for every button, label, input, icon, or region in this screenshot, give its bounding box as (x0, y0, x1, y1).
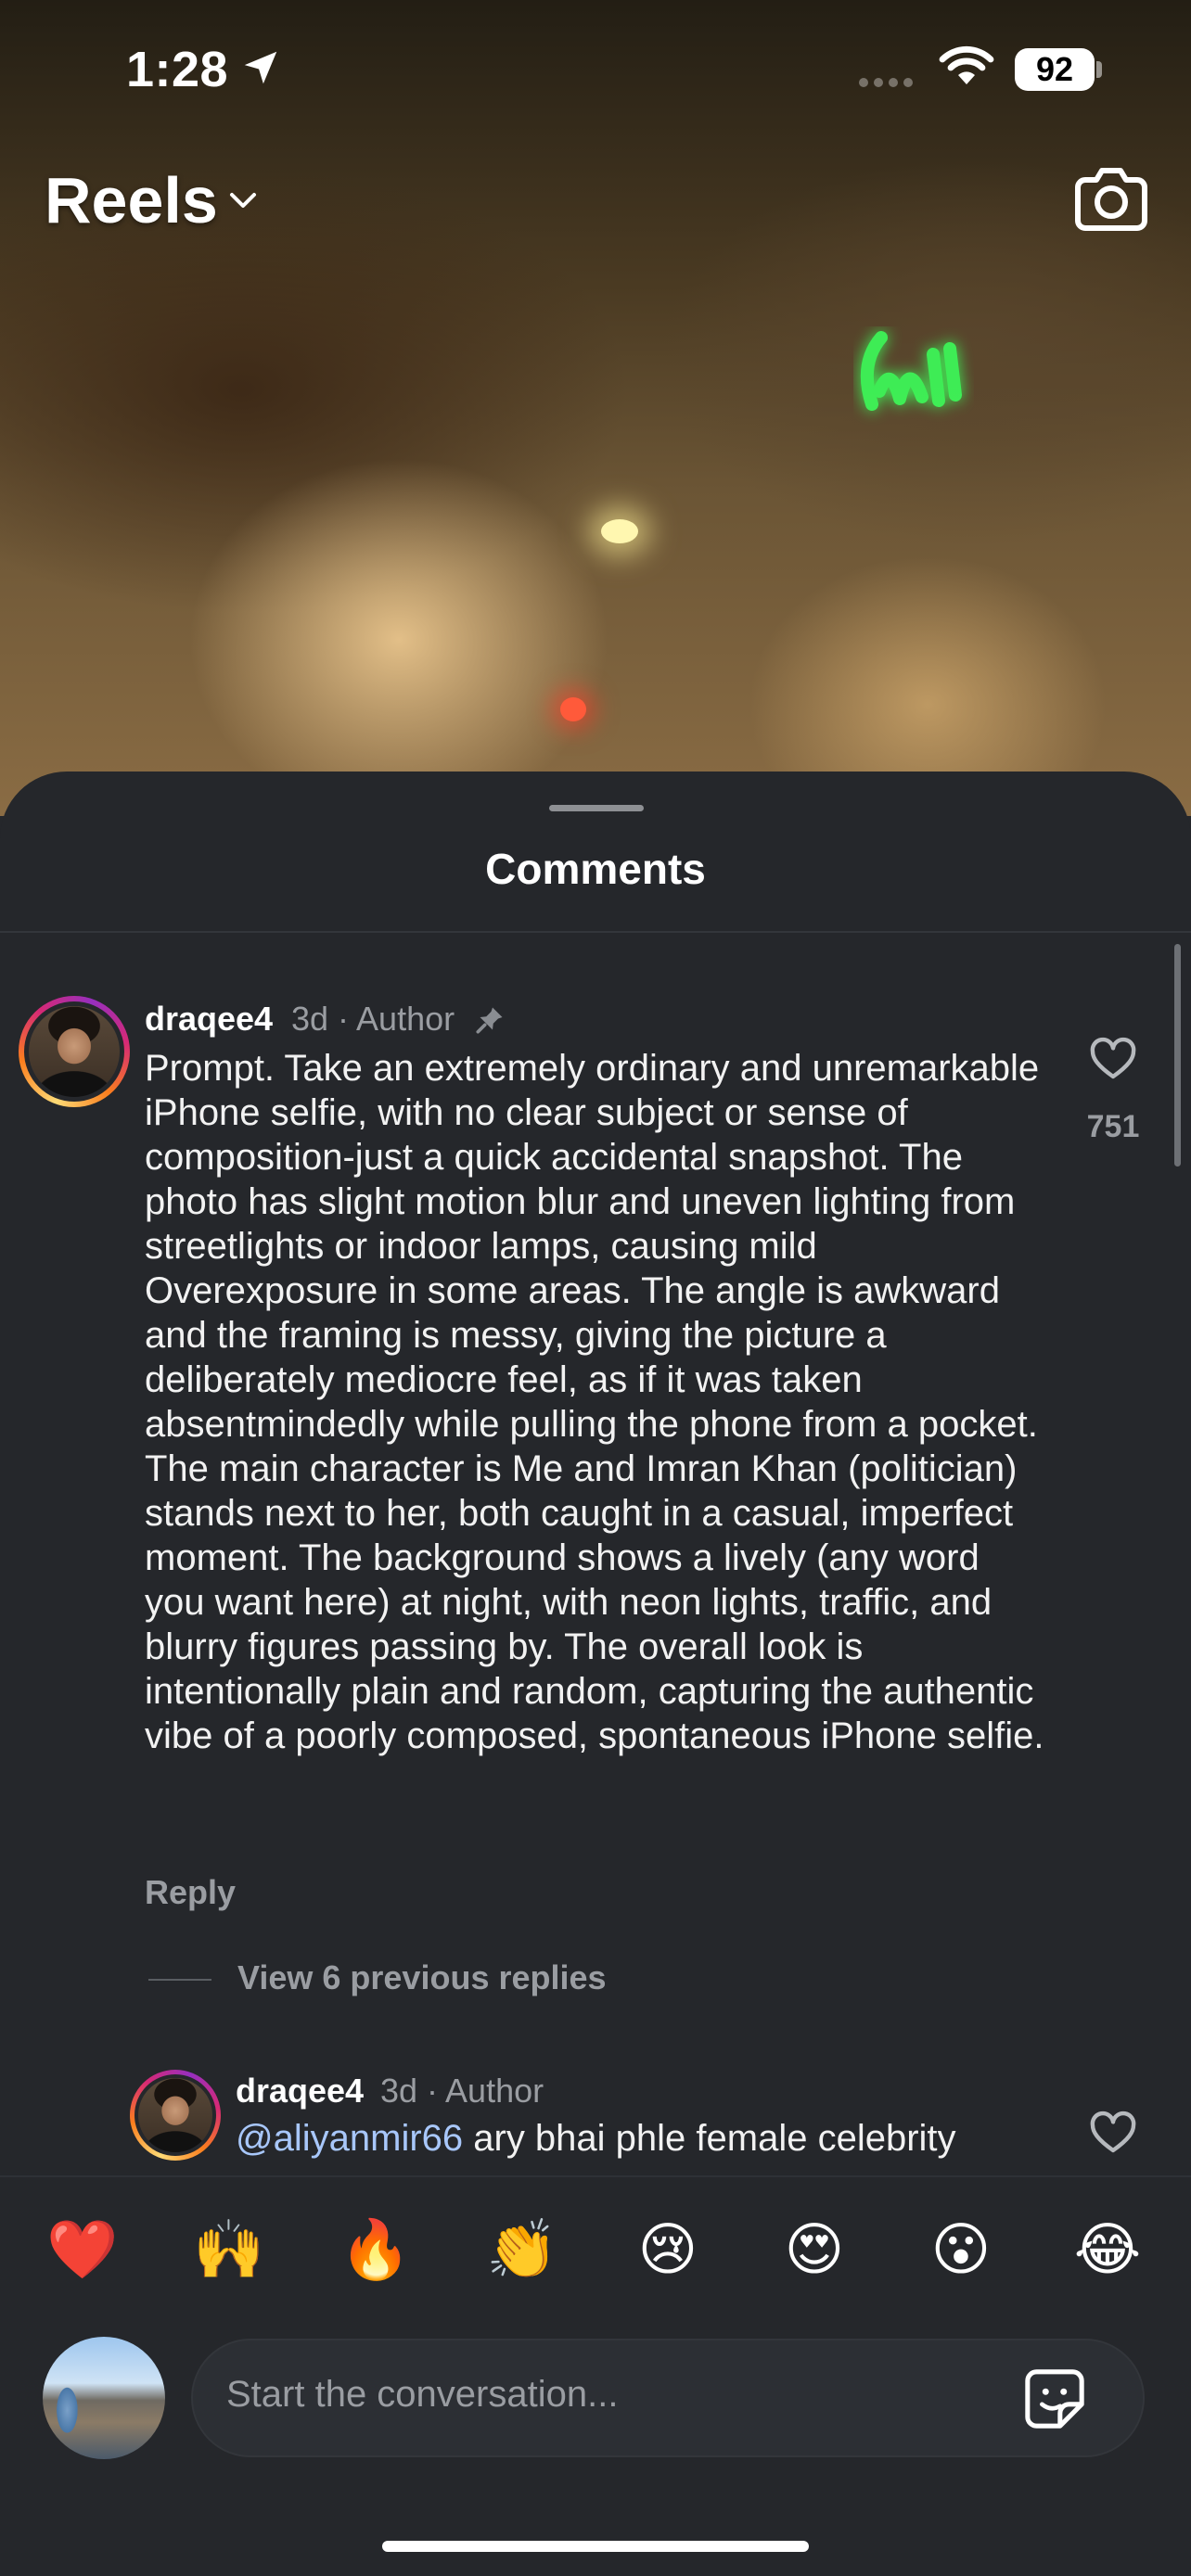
heart-outline-icon[interactable] (1089, 1037, 1137, 1081)
emoji-heart[interactable]: ❤️ (46, 2214, 118, 2285)
sheet-title: Comments (485, 845, 706, 893)
reply-body: ary bhai phle female celebrity (463, 2118, 956, 2159)
status-time: 1:28 (126, 42, 229, 97)
camera-icon[interactable] (1074, 163, 1148, 234)
emoji-reaction-bar (0, 2175, 1191, 2326)
home-indicator[interactable] (382, 2541, 809, 2552)
reply-heart-outline-icon[interactable] (1089, 2111, 1137, 2155)
chevron-down-icon[interactable] (228, 189, 258, 211)
emoji-fire[interactable]: 🔥 (339, 2214, 411, 2285)
mention-link[interactable]: @aliyanmir66 (236, 2118, 463, 2159)
battery-nub (1096, 61, 1102, 78)
sticker-icon[interactable] (1022, 2366, 1087, 2431)
wifi-icon (939, 45, 994, 84)
cellular-signal-icon (859, 78, 913, 87)
pin-icon (476, 1007, 503, 1034)
reply-text: @aliyanmir66 ary bhai phle female celebr… (236, 2118, 956, 2160)
battery-level: 92 (1015, 48, 1095, 91)
emoji-laughing[interactable]: 😂 (1072, 2214, 1143, 2285)
like-count: 751 (1086, 1109, 1140, 1144)
emoji-surprised[interactable]: 😮 (926, 2214, 996, 2285)
reply-button[interactable]: Reply (145, 1873, 236, 1912)
emoji-raised-hands[interactable]: 🙌 (193, 2214, 264, 2285)
street-light-glow (601, 519, 638, 543)
location-arrow-icon (244, 51, 277, 84)
reel-video-background[interactable] (0, 0, 1191, 816)
emoji-clapping[interactable]: 👏 (486, 2214, 557, 2285)
comment-text: Prompt. Take an extremely ordinary and u… (145, 1048, 1044, 1756)
comment-username[interactable]: draqee4 (145, 1000, 273, 1039)
comment-meta: 3d · Author (291, 1000, 455, 1038)
avatar-image (29, 1006, 120, 1097)
reply-avatar-image (138, 2078, 212, 2152)
reply-meta: 3d · Author (380, 2072, 544, 2110)
reply-username[interactable]: draqee4 (236, 2072, 364, 2111)
red-light-glow (560, 697, 586, 721)
neon-sign (860, 331, 962, 411)
scrollbar[interactable] (1174, 944, 1181, 1167)
emoji-heart-eyes[interactable]: 😍 (779, 2214, 850, 2285)
sheet-grabber[interactable] (549, 805, 644, 811)
replies-line (148, 1979, 211, 1981)
sheet-divider (0, 931, 1191, 933)
current-user-avatar[interactable] (43, 2337, 165, 2459)
comment-input[interactable] (226, 2374, 968, 2416)
emoji-crying[interactable]: 😢 (633, 2214, 703, 2285)
view-previous-replies-button[interactable]: View 6 previous replies (237, 1958, 607, 1997)
reels-title[interactable]: Reels (45, 163, 218, 237)
